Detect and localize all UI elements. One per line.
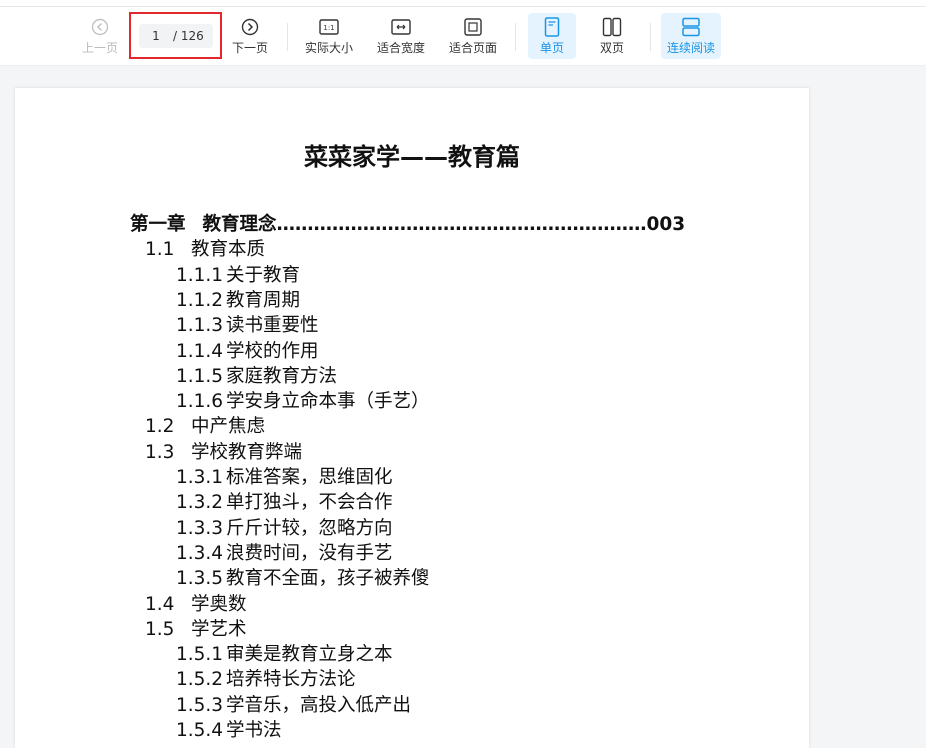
toc-entry: 1.1 教育本质 <box>145 237 265 262</box>
toc-entry-number: 1.3.2 <box>176 492 224 514</box>
page-number-field[interactable]: 1 / 126 <box>139 24 213 48</box>
prev-page-button[interactable]: 上一页 <box>78 13 122 59</box>
toc-entry-text: 斤斤计较，忽略方向 <box>226 517 393 539</box>
toc-entry-text: 家庭教育方法 <box>226 365 338 387</box>
next-page-label: 下一页 <box>231 41 268 55</box>
continuous-reading-icon <box>681 16 701 38</box>
toc-entry: 1.3 学校教育弊端 <box>145 440 302 465</box>
toc-entry-text: 单打独斗，不会合作 <box>226 492 393 514</box>
toc-entry-text: 学艺术 <box>191 618 247 640</box>
toc-entry-number: 1.1.6 <box>176 391 224 413</box>
toolbar-divider <box>650 23 651 51</box>
toc-entry-text: 学校教育弊端 <box>191 441 303 463</box>
toc-entry-number: 1.1.1 <box>176 264 224 286</box>
toc-entry-text: 培养特长方法论 <box>226 669 356 691</box>
toolbar-divider <box>287 23 288 51</box>
toc-entry: 1.5 学艺术 <box>145 617 247 642</box>
toc-entry-text: 浪费时间，没有手艺 <box>226 542 393 564</box>
toc-entry-text: 教育本质 <box>191 239 266 261</box>
toc-entry-text: 学奥数 <box>191 593 247 615</box>
window-top-strip <box>0 0 926 7</box>
toc-entry-number: 1.3.3 <box>176 517 224 539</box>
toc-entry-text: 关于教育 <box>226 264 301 286</box>
toolbar-divider <box>515 23 516 51</box>
toc-entry-text: 读书重要性 <box>226 315 319 337</box>
toc-entry-number: 1.1.2 <box>176 289 224 311</box>
fit-page-button[interactable]: 适合页面 <box>445 13 501 59</box>
total-pages: / 126 <box>173 29 204 43</box>
toc-entry: 1.1.4 学校的作用 <box>176 339 319 364</box>
fit-page-icon <box>464 16 482 38</box>
toc-entry-number: 1.1.4 <box>176 340 224 362</box>
toc-entry-text: 学校的作用 <box>226 340 319 362</box>
toc-entry-text: 学书法 <box>226 720 282 741</box>
document-title: 菜菜家学——教育篇 <box>304 143 520 171</box>
fit-page-label: 适合页面 <box>448 41 497 55</box>
document-page: 菜菜家学——教育篇 第一章 教育理念……………………………………………………003… <box>15 88 809 748</box>
toc-entry: 1.5.1 审美是教育立身之本 <box>176 642 393 667</box>
toc-entry: 1.3.5 教育不全面，孩子被养傻 <box>176 566 430 591</box>
toc-entry-number: 1.3.5 <box>176 568 224 590</box>
continuous-reading-label: 连续阅读 <box>666 41 715 55</box>
toc-entry-number: 1.5.1 <box>176 644 224 666</box>
toc-entry-text: 中产焦虑 <box>191 416 266 438</box>
toc-entry-number: 1.3.4 <box>176 542 224 564</box>
fit-width-button[interactable]: 适合宽度 <box>373 13 429 59</box>
toc-entry-text: 教育理念……………………………………………………003 <box>202 214 686 235</box>
chevron-left-circle-icon <box>91 16 109 38</box>
toc-entry-number: 1.1.5 <box>176 365 224 387</box>
page-number-box: 1 / 126 <box>129 12 222 59</box>
double-page-label: 双页 <box>599 41 624 55</box>
actual-size-icon: 1:1 <box>319 16 339 38</box>
fit-width-icon <box>391 16 411 38</box>
svg-text:1:1: 1:1 <box>323 24 334 32</box>
toc-entry: 1.3.3 斤斤计较，忽略方向 <box>176 516 393 541</box>
toc-entry-number: 1.5.3 <box>176 694 224 716</box>
toc-entry-number: 1.1 <box>145 239 175 261</box>
toc-entry: 1.5.3 学音乐，高投入低产出 <box>176 693 411 718</box>
continuous-reading-button[interactable]: 连续阅读 <box>661 13 721 59</box>
toc-entry-text: 教育不全面，孩子被养傻 <box>226 568 430 590</box>
toc-entry-text: 教育周期 <box>226 289 301 311</box>
toc-entry-number: 1.4 <box>145 593 175 615</box>
toc-entry-number: 1.5 <box>145 618 175 640</box>
toc-entry-text: 审美是教育立身之本 <box>226 644 393 666</box>
reader-toolbar: 上一页 1 / 126 下一页 1:1 实际大小 适合宽度 适合页面 单页 双页… <box>0 7 926 66</box>
actual-size-label: 实际大小 <box>304 41 353 55</box>
chevron-right-circle-icon <box>241 16 259 38</box>
toc-entry: 1.3.4 浪费时间，没有手艺 <box>176 541 393 566</box>
toc-entry: 1.5.2 培养特长方法论 <box>176 667 356 692</box>
single-page-icon <box>544 16 560 38</box>
toc-entry: 1.3.2 单打独斗，不会合作 <box>176 490 393 515</box>
toc-entry: 1.5.4 学书法 <box>176 718 282 743</box>
toc-entry-text: 标准答案，思维固化 <box>226 467 393 488</box>
toc-entry: 1.1.2 教育周期 <box>176 288 300 313</box>
double-page-icon <box>602 16 622 38</box>
toc-entry-number: 1.1.3 <box>176 315 224 337</box>
actual-size-button[interactable]: 1:1 实际大小 <box>301 13 357 59</box>
current-page-input[interactable]: 1 <box>139 29 173 43</box>
toc-chapter-entry: 第一章 教育理念……………………………………………………003 <box>130 212 685 237</box>
prev-page-label: 上一页 <box>81 41 118 55</box>
toc-entry: 1.2 中产焦虑 <box>145 414 265 439</box>
toc-entry: 1.1.5 家庭教育方法 <box>176 364 337 389</box>
next-page-button[interactable]: 下一页 <box>228 13 272 59</box>
double-page-button[interactable]: 双页 <box>588 13 636 59</box>
toc-entry: 1.3.1 标准答案，思维固化 <box>176 465 393 490</box>
toc-entry-text: 学安身立命本事（手艺） <box>226 391 430 413</box>
toc-entry-number: 第一章 <box>130 214 186 235</box>
toc-entry: 1.1.3 读书重要性 <box>176 313 319 338</box>
toc-entry: 1.1.6 学安身立命本事（手艺） <box>176 389 430 414</box>
fit-width-label: 适合宽度 <box>376 41 425 55</box>
toc-entry: 1.1.1 关于教育 <box>176 263 300 288</box>
toc-entry-number: 1.3 <box>145 441 175 463</box>
toc-entry-number: 1.5.2 <box>176 669 224 691</box>
toc-entry-number: 1.2 <box>145 416 175 438</box>
single-page-button[interactable]: 单页 <box>528 13 576 59</box>
toc-entry-text: 学音乐，高投入低产出 <box>226 694 412 716</box>
toc-entry: 1.4 学奥数 <box>145 592 247 617</box>
toc-entry-number: 1.3.1 <box>176 467 224 488</box>
toc-entry-number: 1.5.4 <box>176 720 224 741</box>
single-page-label: 单页 <box>539 41 564 55</box>
